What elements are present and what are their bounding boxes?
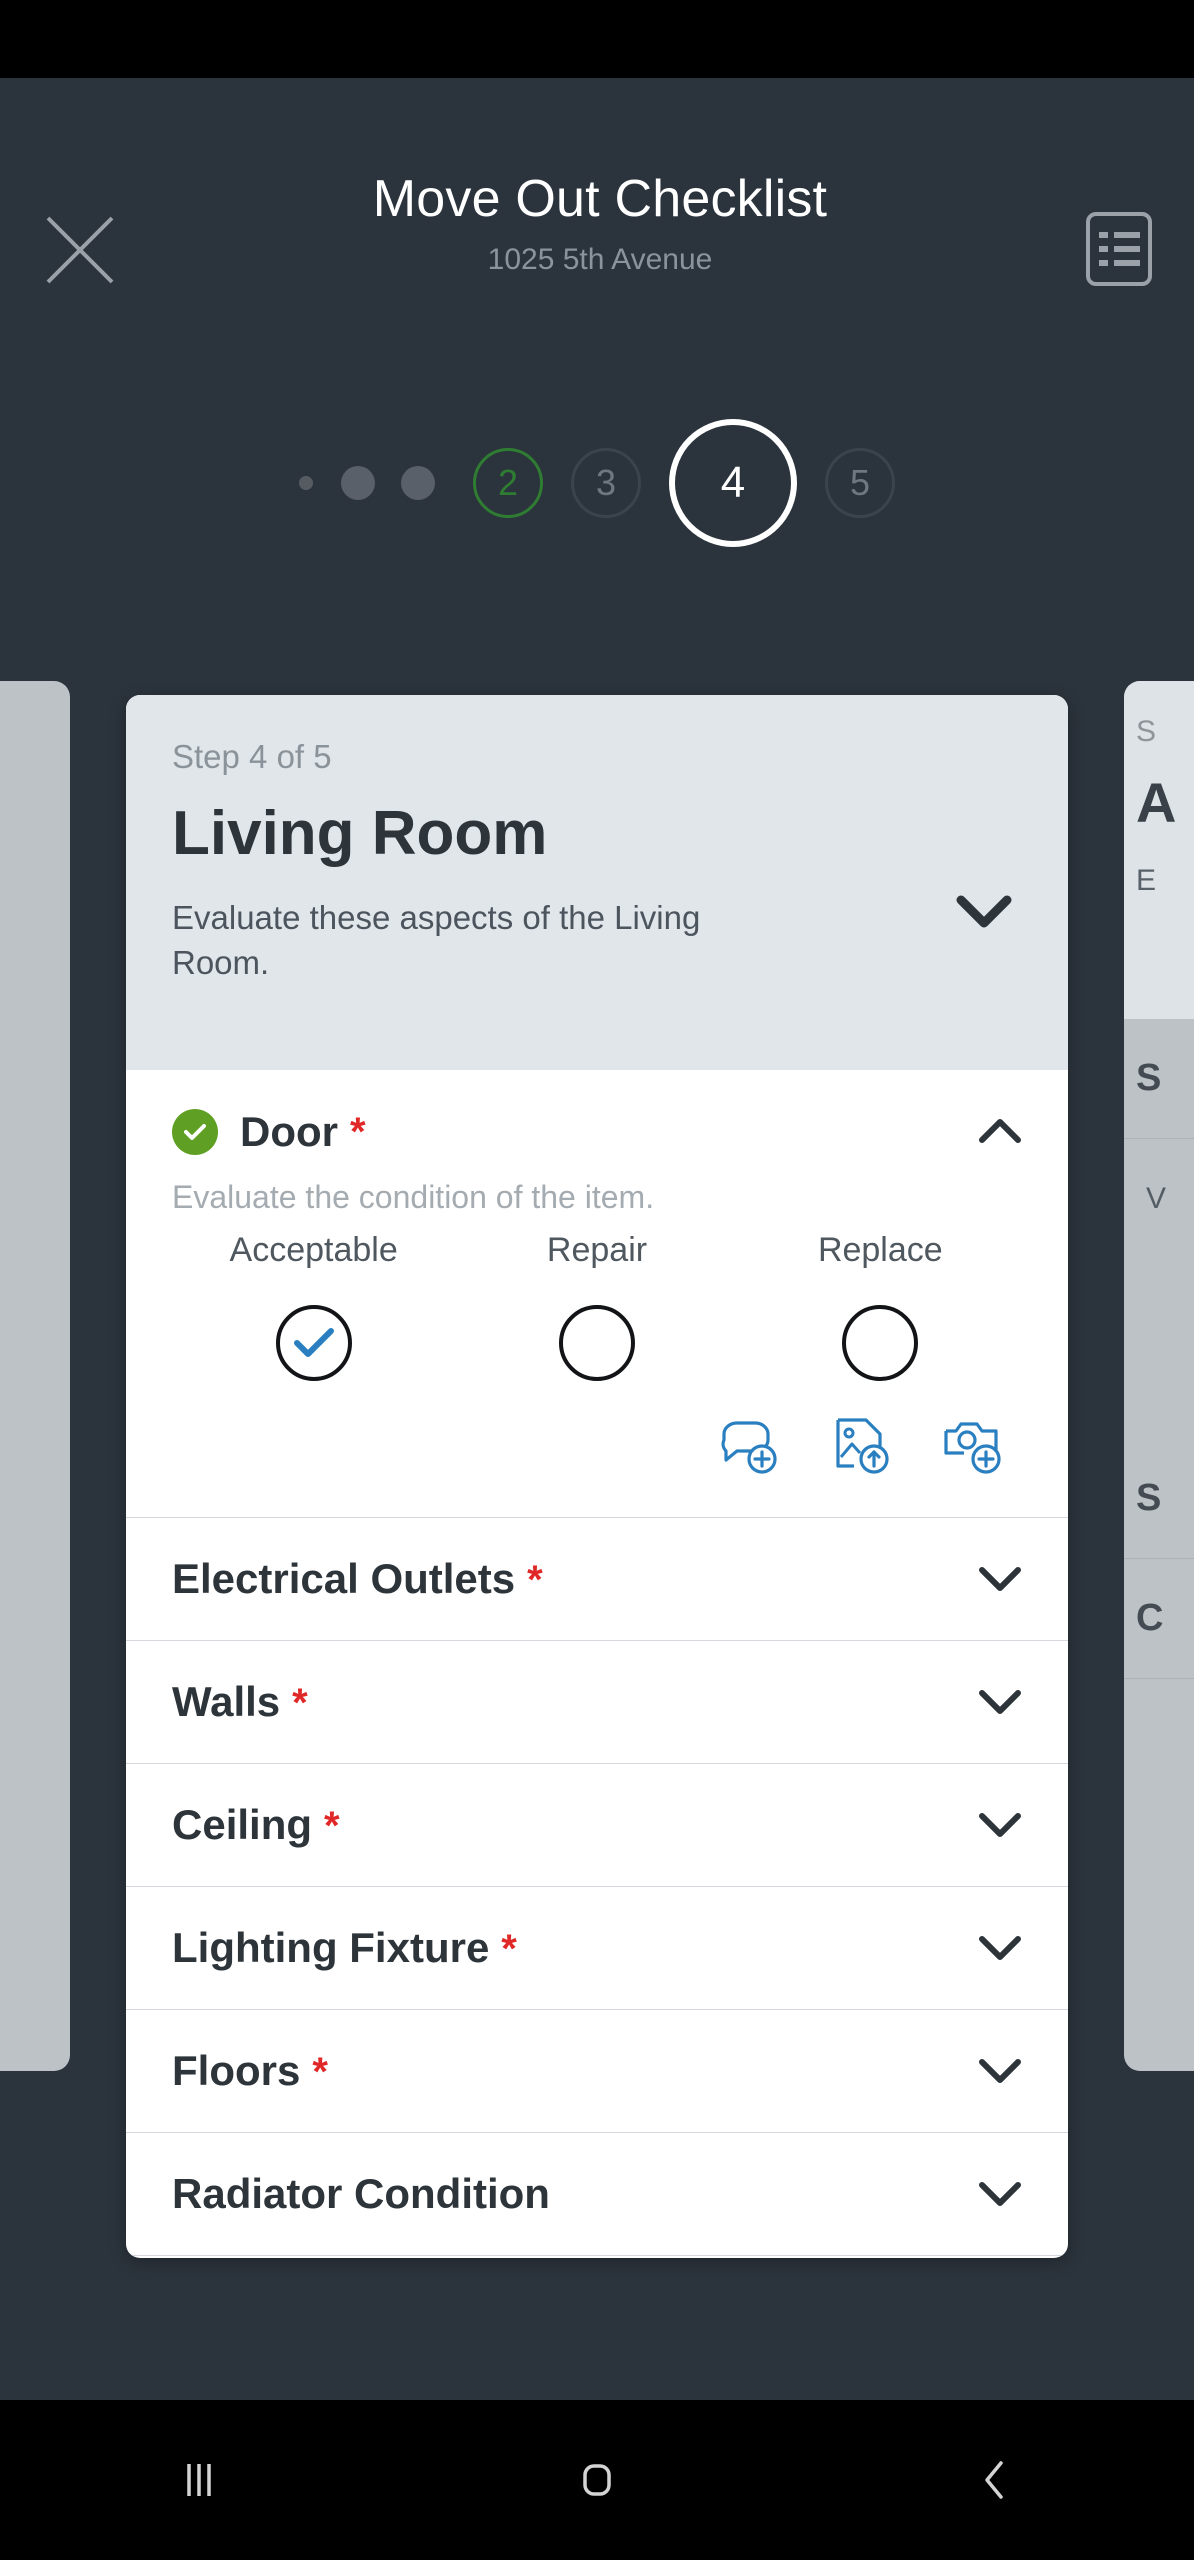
item-label: Radiator Condition	[172, 2170, 550, 2218]
checklist-item-walls[interactable]: Walls *	[126, 1641, 1068, 1765]
step-dot-3	[401, 466, 435, 500]
upload-image-icon[interactable]	[830, 1415, 892, 1477]
peek-step-text: S	[1136, 715, 1157, 748]
item-label-group: Walls *	[172, 1678, 308, 1726]
item-label-group: Electrical Outlets *	[172, 1555, 543, 1603]
list-summary-icon[interactable]	[1074, 204, 1164, 294]
peek-description: E	[1136, 863, 1157, 897]
required-marker: *	[350, 1110, 366, 1154]
option-label: Acceptable	[229, 1231, 398, 1270]
step-circle-3[interactable]: 3	[571, 448, 641, 518]
option-replace: Replace	[739, 1230, 1022, 1382]
item-label: Ceiling	[172, 1801, 313, 1849]
step-circle-5[interactable]: 5	[825, 448, 895, 518]
item-label-group: Ceiling *	[172, 1801, 340, 1849]
peek-row: S	[1124, 1439, 1194, 1559]
card-step-text: Step 4 of 5	[172, 738, 332, 775]
chevron-down-icon[interactable]	[978, 1566, 1022, 1592]
radio-acceptable[interactable]	[275, 1305, 352, 1382]
checklist-item-floors[interactable]: Floors *	[126, 2010, 1068, 2134]
required-marker: *	[312, 2050, 328, 2095]
condition-options: Acceptable Repair Replace	[172, 1230, 1022, 1382]
radio-repair[interactable]	[558, 1305, 635, 1382]
option-label: Repair	[546, 1231, 648, 1270]
chevron-down-icon[interactable]	[978, 1812, 1022, 1838]
step-dot-1	[299, 476, 313, 490]
item-subtitle: Evaluate the condition of the item.	[172, 1179, 655, 1215]
card-title: Living Room	[172, 799, 548, 869]
item-label: Walls	[172, 1678, 281, 1726]
option-repair: Repair	[455, 1230, 738, 1382]
page-subtitle: 1025 5th Avenue	[487, 242, 713, 276]
phone-screen: Move Out Checklist 1025 5th Avenue 2 3 4…	[0, 0, 1194, 2560]
chevron-down-icon[interactable]	[978, 1935, 1022, 1961]
peek-spacer	[1124, 1259, 1194, 1439]
item-label-group: Lighting Fixture *	[172, 1924, 517, 1972]
recents-icon[interactable]	[139, 2435, 259, 2525]
peek-row: S	[1124, 1019, 1194, 1139]
peek-card-previous[interactable]	[0, 681, 70, 2071]
card-header[interactable]: Step 4 of 5 Living Room Evaluate these a…	[126, 695, 1068, 1070]
checklist-card: Step 4 of 5 Living Room Evaluate these a…	[126, 695, 1068, 2258]
item-title: Door	[240, 1108, 338, 1155]
chevron-down-icon[interactable]	[978, 2058, 1022, 2084]
item-label-group: Floors *	[172, 2047, 328, 2095]
card-description: Evaluate these aspects of the Living Roo…	[172, 899, 701, 981]
peek-card-next[interactable]: S A E S V S C	[1124, 681, 1194, 2071]
chevron-down-icon[interactable]	[978, 1689, 1022, 1715]
add-comment-icon[interactable]	[718, 1415, 780, 1477]
required-marker: *	[501, 1927, 517, 1972]
checklist-item-ceiling[interactable]: Ceiling *	[126, 1764, 1068, 1888]
home-icon[interactable]	[537, 2435, 657, 2525]
step-circle-2[interactable]: 2	[473, 448, 543, 518]
required-marker: *	[324, 1804, 340, 1849]
peek-card-header: S A E	[1124, 681, 1194, 1019]
checklist-item-electrical-outlets[interactable]: Electrical Outlets *	[126, 1518, 1068, 1642]
app-header: Move Out Checklist 1025 5th Avenue	[0, 78, 1194, 298]
peek-row: C	[1124, 1559, 1194, 1679]
peek-title: A	[1136, 771, 1177, 834]
status-bar	[0, 0, 1194, 78]
chevron-down-icon[interactable]	[956, 895, 1012, 929]
chevron-down-icon[interactable]	[978, 2181, 1022, 2207]
required-marker: *	[292, 1681, 308, 1726]
required-marker: *	[527, 1558, 543, 1603]
checklist-item-lighting-fixture[interactable]: Lighting Fixture *	[126, 1887, 1068, 2011]
add-photo-icon[interactable]	[942, 1415, 1004, 1477]
item-label: Floors	[172, 2047, 301, 2095]
radio-replace[interactable]	[842, 1305, 919, 1382]
app-body: Move Out Checklist 1025 5th Avenue 2 3 4…	[0, 78, 1194, 2400]
option-label: Replace	[817, 1231, 943, 1270]
page-title: Move Out Checklist	[372, 170, 828, 228]
peek-row: V	[1146, 1182, 1167, 1215]
step-circle-4-active[interactable]: 4	[669, 419, 797, 547]
chevron-up-icon[interactable]	[978, 1118, 1022, 1144]
step-indicator: 2 3 4 5	[0, 378, 1194, 588]
step-dot-2	[341, 466, 375, 500]
item-label: Lighting Fixture	[172, 1924, 490, 1972]
item-header[interactable]: Door *	[172, 1102, 1022, 1162]
close-icon[interactable]	[28, 198, 132, 302]
checklist-item-radiator-condition[interactable]: Radiator Condition	[126, 2133, 1068, 2257]
checklist-item-door: Door * Evaluate the condition of the ite…	[126, 1070, 1068, 1519]
android-nav-bar	[0, 2400, 1194, 2560]
header-title-group: Move Out Checklist 1025 5th Avenue	[200, 170, 1000, 278]
back-icon[interactable]	[935, 2435, 1055, 2525]
check-circle-icon	[172, 1109, 218, 1155]
option-acceptable: Acceptable	[172, 1230, 455, 1382]
item-actions	[172, 1415, 1022, 1477]
item-label: Electrical Outlets	[172, 1555, 516, 1603]
card-deck: S A E S V S C Step 4 of 5 Living Room Ev…	[0, 611, 1194, 2258]
item-label-group: Radiator Condition	[172, 2170, 562, 2218]
